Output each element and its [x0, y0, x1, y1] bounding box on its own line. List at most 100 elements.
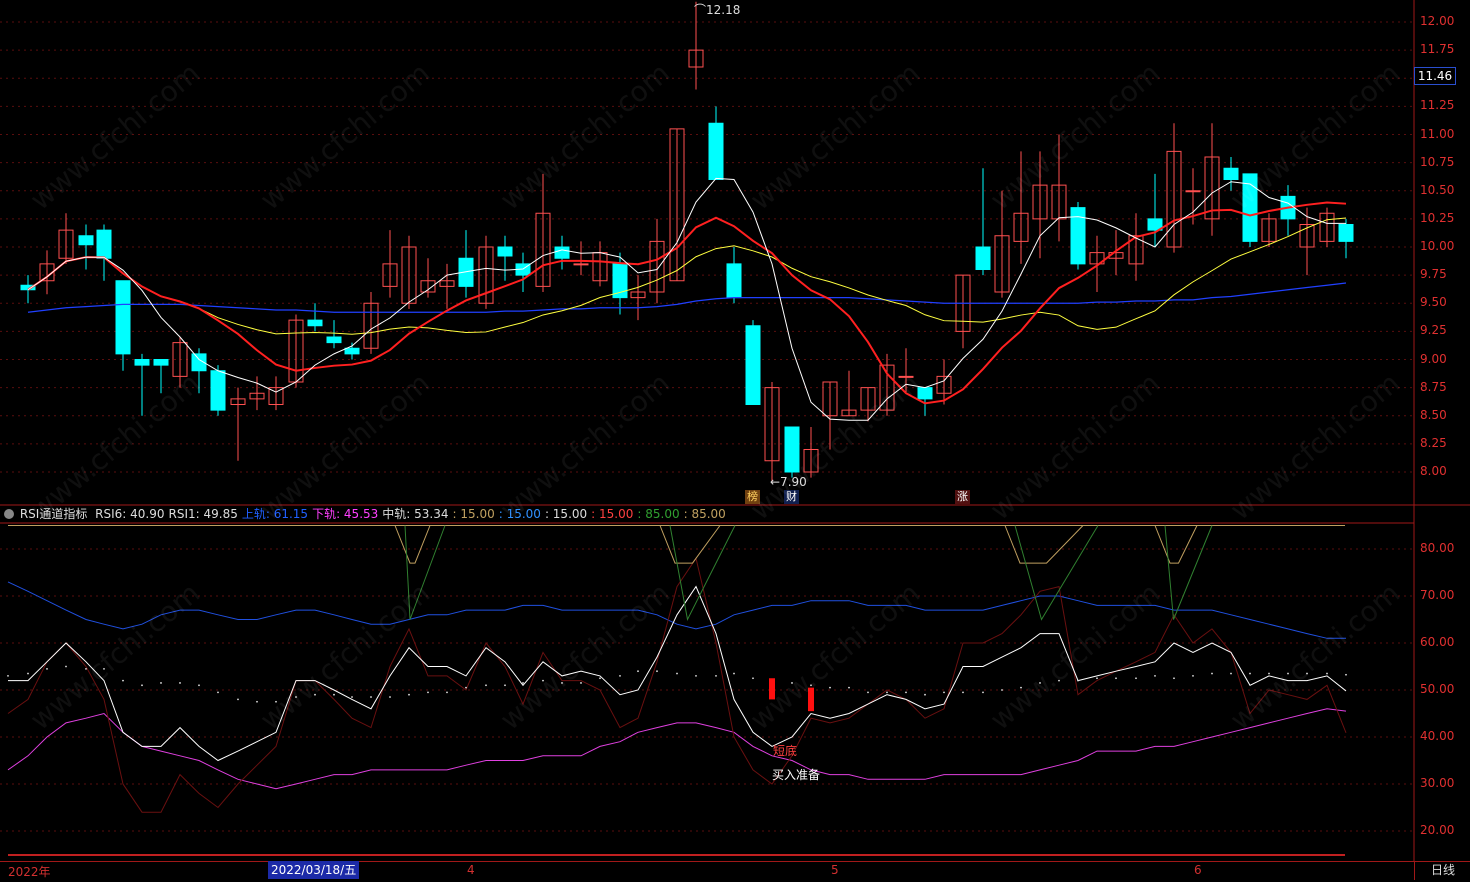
rsi-mid-dot — [1326, 672, 1328, 675]
rsi-mid-dot — [389, 696, 391, 698]
rsi-mid-dot — [656, 670, 658, 673]
rsi-mid-dot — [1249, 672, 1251, 675]
price-tick: 10.25 — [1420, 210, 1455, 225]
price-tick: 11.25 — [1420, 98, 1455, 113]
rsi-mid-dot — [65, 665, 67, 668]
rsi-mid-dot — [924, 693, 926, 696]
legend-item: 下轨: 45.53 — [312, 507, 379, 521]
candle-down — [210, 370, 226, 411]
candle-down — [115, 280, 131, 355]
rsi-tick: 80.00 — [1420, 541, 1455, 555]
candle-down — [745, 325, 761, 405]
rsi-mid-dot — [1077, 679, 1079, 682]
rsi-mid-dot — [1173, 677, 1175, 680]
rsi-mid-dot — [237, 698, 239, 701]
rsi-mid-dot — [7, 675, 9, 677]
price-tick: 9.00 — [1420, 351, 1447, 366]
rsi-mid-dot — [599, 677, 601, 680]
rsi-mid-dot — [1211, 672, 1213, 675]
candle-down — [134, 359, 150, 366]
price-tick: 11.00 — [1420, 126, 1455, 141]
current-price-label: 11.46 — [1414, 67, 1456, 85]
rsi-mid-dot — [982, 691, 984, 694]
ma20-line — [27, 217, 1347, 335]
price-tick: 10.00 — [1420, 239, 1455, 253]
rsi-tick: 70.00 — [1420, 588, 1455, 602]
candle-down — [1070, 207, 1086, 265]
price-tick: 12.00 — [1420, 14, 1455, 28]
date-may: 5 — [831, 863, 839, 877]
legend-item: : 15.00 — [544, 507, 588, 521]
rsi-tick: 60.00 — [1420, 635, 1455, 649]
price-tick: 9.25 — [1420, 323, 1447, 338]
candle-up — [573, 263, 589, 266]
rsi-mid-dot — [715, 675, 717, 677]
rsi-mid-dot — [1096, 677, 1098, 680]
rsi-mid-dot — [752, 677, 754, 680]
rsi-mid-dot — [905, 691, 907, 694]
rsi-mid-dot — [141, 684, 143, 687]
indicator-legend[interactable]: RSI通道指标 RSI6: 40.90 RSI1: 49.85 上轨: 61.15 下… — [0, 505, 734, 523]
rsi-mid-dot — [333, 693, 335, 696]
rsi-mid-dot — [46, 667, 48, 670]
rsi-tick: 40.00 — [1420, 729, 1455, 743]
rsi-mid-dot — [485, 684, 487, 687]
rsi-mid-dot — [1192, 675, 1194, 677]
overbought-signal — [1164, 525, 1213, 620]
rsi-mid-dot — [408, 693, 410, 696]
rsi-mid-dot — [580, 682, 582, 684]
price-tick: 8.25 — [1420, 435, 1447, 450]
date-cursor-label: 2022/03/18/五 — [268, 861, 360, 879]
date-axis — [0, 861, 1470, 882]
ma60-line — [27, 282, 1347, 313]
rsi-tick: 20.00 — [1420, 823, 1455, 837]
rsi-mid-dot — [886, 691, 888, 694]
candle-down — [96, 229, 112, 259]
price-tick: 9.50 — [1420, 295, 1447, 310]
candle-down — [708, 122, 724, 180]
candle-down — [344, 347, 360, 355]
settings-icon[interactable] — [4, 509, 14, 519]
buy-ready-label: 买入准备 — [772, 768, 821, 782]
overbought-signal — [669, 525, 736, 622]
rsi-mid-dot — [504, 684, 506, 687]
candle-down — [554, 246, 570, 259]
rsi-mid-dot — [829, 686, 831, 689]
rsi-mid-dot — [198, 684, 200, 687]
rsi-axis: 80.00 70.00 60.00 50.00 40.00 30.00 20.00 — [1414, 505, 1470, 861]
rsi-mid-dot — [465, 686, 467, 689]
rsi-mid-dot — [1154, 675, 1156, 677]
rsi-mid-dot — [27, 672, 29, 675]
candle-down — [307, 319, 323, 327]
chart-canvas[interactable] — [0, 0, 1470, 881]
candle-down — [975, 246, 991, 270]
rsi-mid-dot — [256, 700, 258, 703]
rsi-mid-dot — [695, 675, 697, 677]
legend-item: : 85.00 — [683, 507, 726, 521]
price-tick: 10.75 — [1420, 154, 1455, 169]
rsi-mid-dot — [733, 672, 735, 675]
rsi-mid-dot — [1230, 672, 1232, 675]
rsi-mid-dot — [637, 670, 639, 673]
rsi-mid-dot — [619, 675, 621, 677]
rsi-mid-dot — [943, 691, 945, 694]
overbought-band — [1154, 525, 1198, 564]
marker-zhang[interactable]: 涨 — [955, 490, 970, 504]
candle-down — [1338, 224, 1354, 242]
price-tick: 8.50 — [1420, 407, 1447, 422]
legend-item: RSI6: 40.90 — [95, 507, 165, 521]
price-tick: 11.75 — [1420, 42, 1455, 57]
price-tick: 10.50 — [1420, 182, 1455, 197]
rsi-mid-dot — [160, 682, 162, 684]
rsi-mid-dot — [867, 691, 869, 694]
candle-down — [153, 359, 169, 366]
rsi-mid-dot — [676, 672, 678, 675]
candle-down — [726, 263, 742, 299]
period-button[interactable]: 日线 — [1414, 861, 1470, 880]
date-june: 6 — [1194, 863, 1202, 877]
rsi-mid-dot — [122, 679, 124, 682]
rsi-mid-dot — [962, 691, 964, 694]
rsi-mid-dot — [370, 696, 372, 698]
candle-down — [1223, 167, 1239, 180]
legend-item: : 15.00 — [591, 507, 634, 521]
